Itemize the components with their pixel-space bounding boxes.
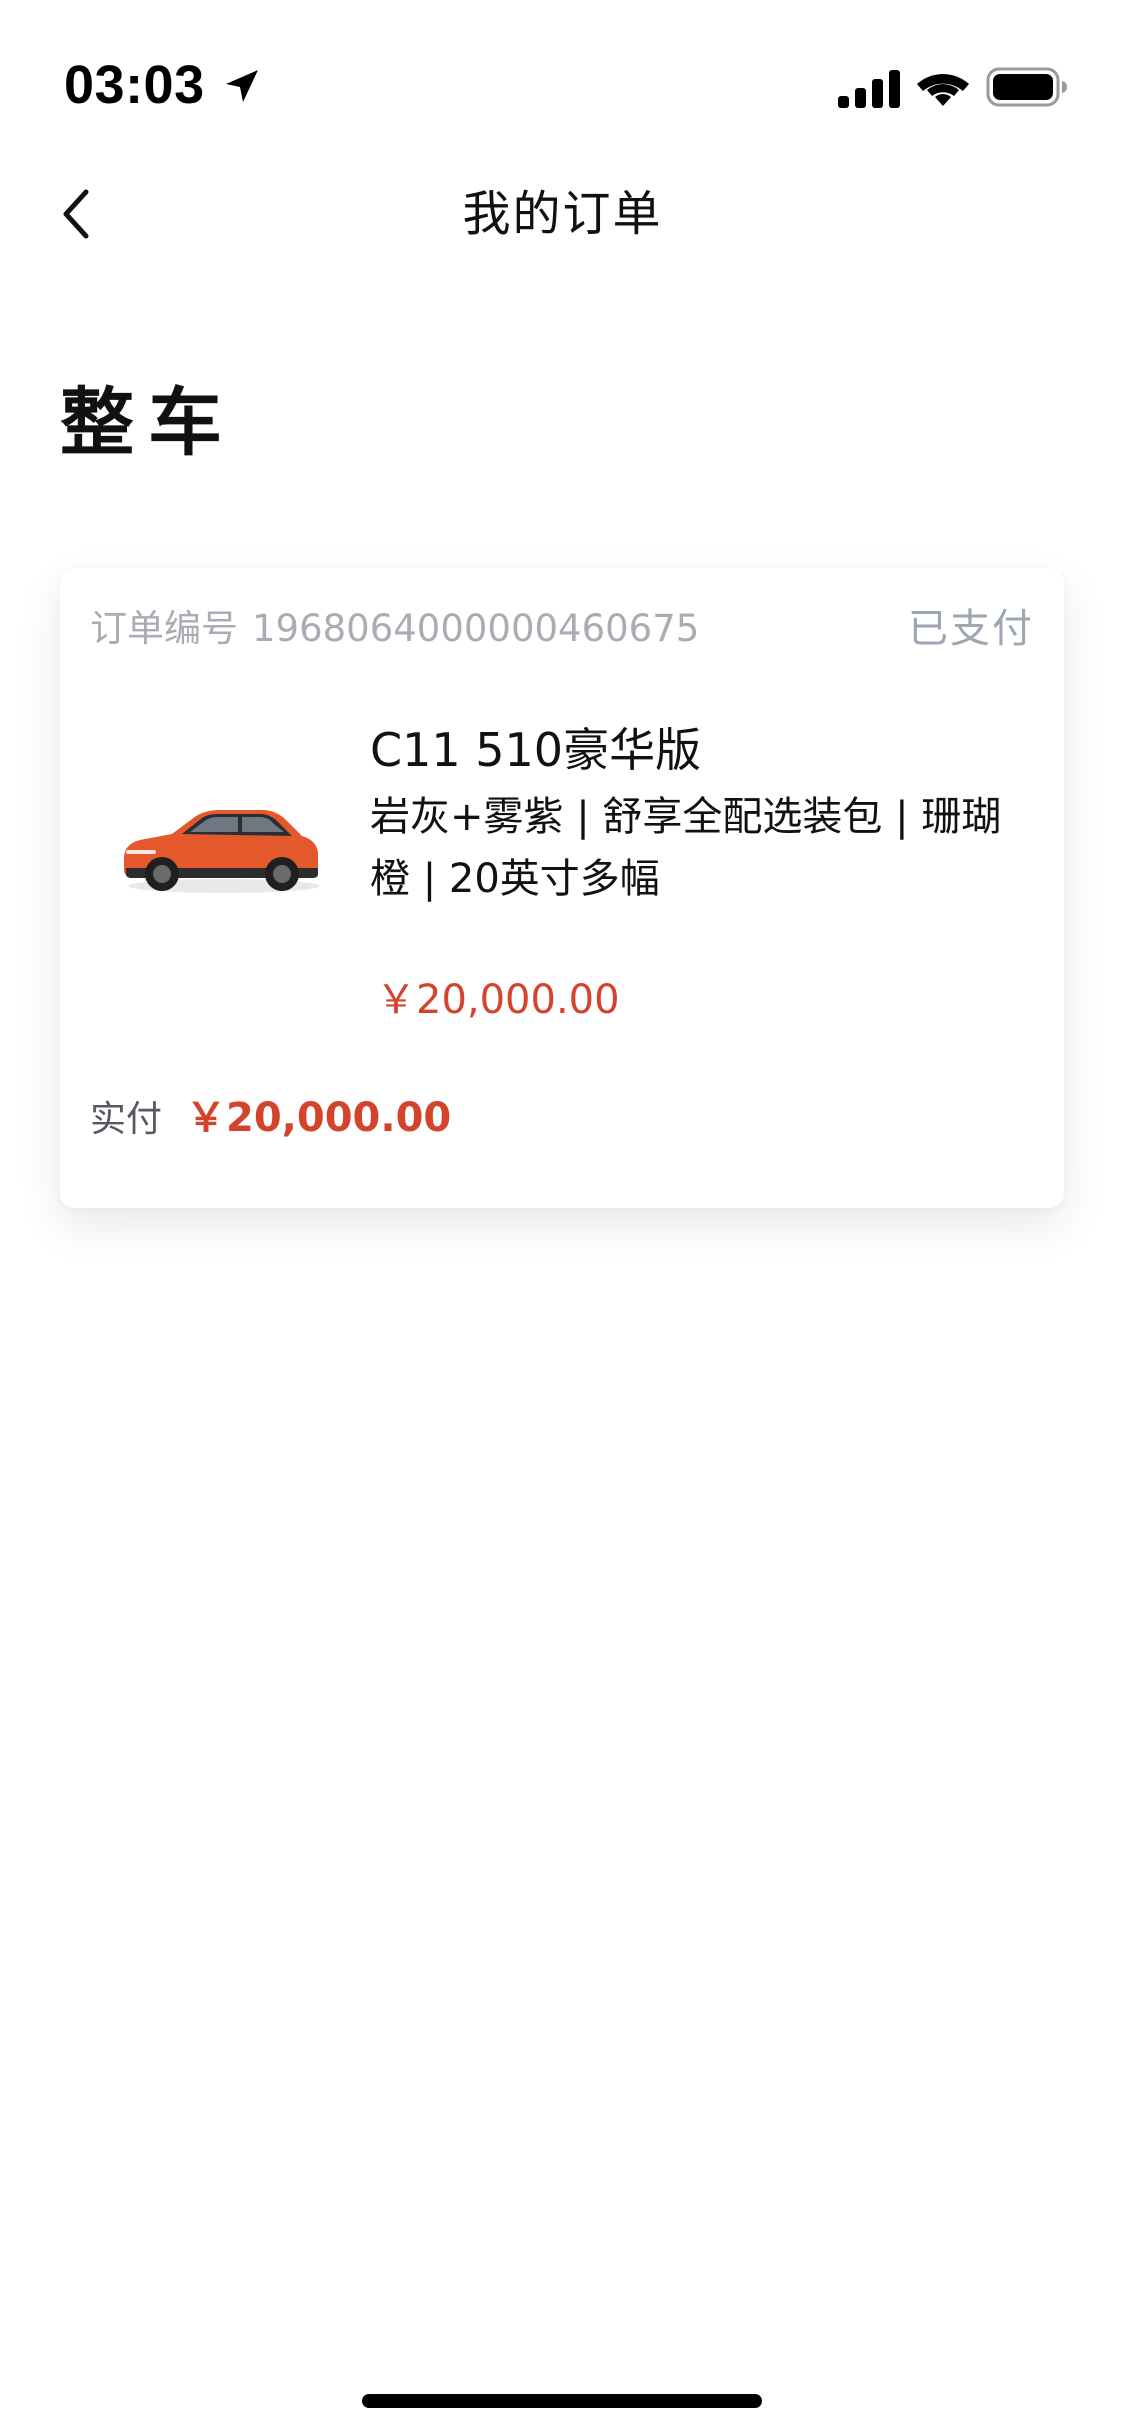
paid-label: 实付 (90, 1099, 163, 1140)
product-name: C11 510豪华版 (370, 723, 702, 777)
status-time: 03:03 (64, 55, 205, 115)
section-title: 整车 (60, 380, 236, 466)
paid-row: 实付 ￥20,000.00 (90, 1090, 451, 1148)
order-status-badge: 已支付 (908, 606, 1034, 652)
order-list-screen: 03:03 我的订单 整车 订单编号 1968064000000460675 已… (0, 0, 1125, 2436)
product-price: ￥20,000.00 (376, 977, 620, 1023)
wifi-icon (917, 74, 969, 106)
page-title: 我的订单 (462, 186, 663, 242)
order-number-label: 订单编号 (90, 607, 238, 650)
order-number-row: 订单编号 1968064000000460675 (90, 604, 699, 654)
order-number: 1968064000000460675 (252, 607, 700, 650)
home-indicator[interactable] (362, 2394, 762, 2408)
order-card[interactable]: 订单编号 1968064000000460675 已支付 C11 510豪华版 岩… (60, 568, 1064, 1208)
product-options: 岩灰+雾紫 | 舒享全配选装包 | 珊瑚橙 | 20英寸多幅 (370, 794, 1002, 902)
navigation-bar: 我的订单 (0, 160, 1125, 270)
car-thumbnail (124, 810, 320, 893)
status-bar: 03:03 (0, 0, 1125, 140)
cellular-signal-icon (838, 70, 900, 108)
battery-icon (986, 67, 1067, 107)
paid-amount: ￥20,000.00 (186, 1095, 452, 1141)
location-arrow-icon (226, 70, 258, 102)
